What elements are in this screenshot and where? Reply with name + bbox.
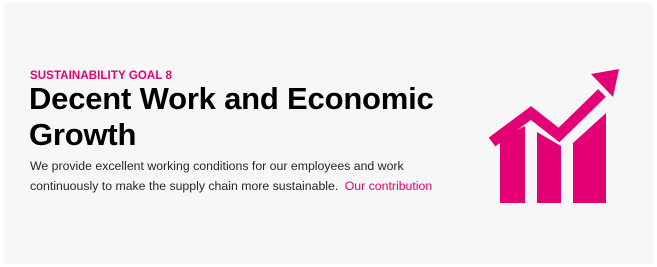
chart-bar-2 xyxy=(537,132,561,203)
goal-description: We provide excellent working conditions … xyxy=(30,156,450,196)
our-contribution-link[interactable]: Our contribution xyxy=(345,179,433,193)
chart-bar-3 xyxy=(573,113,606,203)
sustainability-goal-card: SUSTAINABILITY GOAL 8 Decent Work and Ec… xyxy=(4,3,653,264)
growth-chart-icon xyxy=(488,69,619,203)
goal-title: Decent Work and Economic Growth xyxy=(29,81,434,152)
